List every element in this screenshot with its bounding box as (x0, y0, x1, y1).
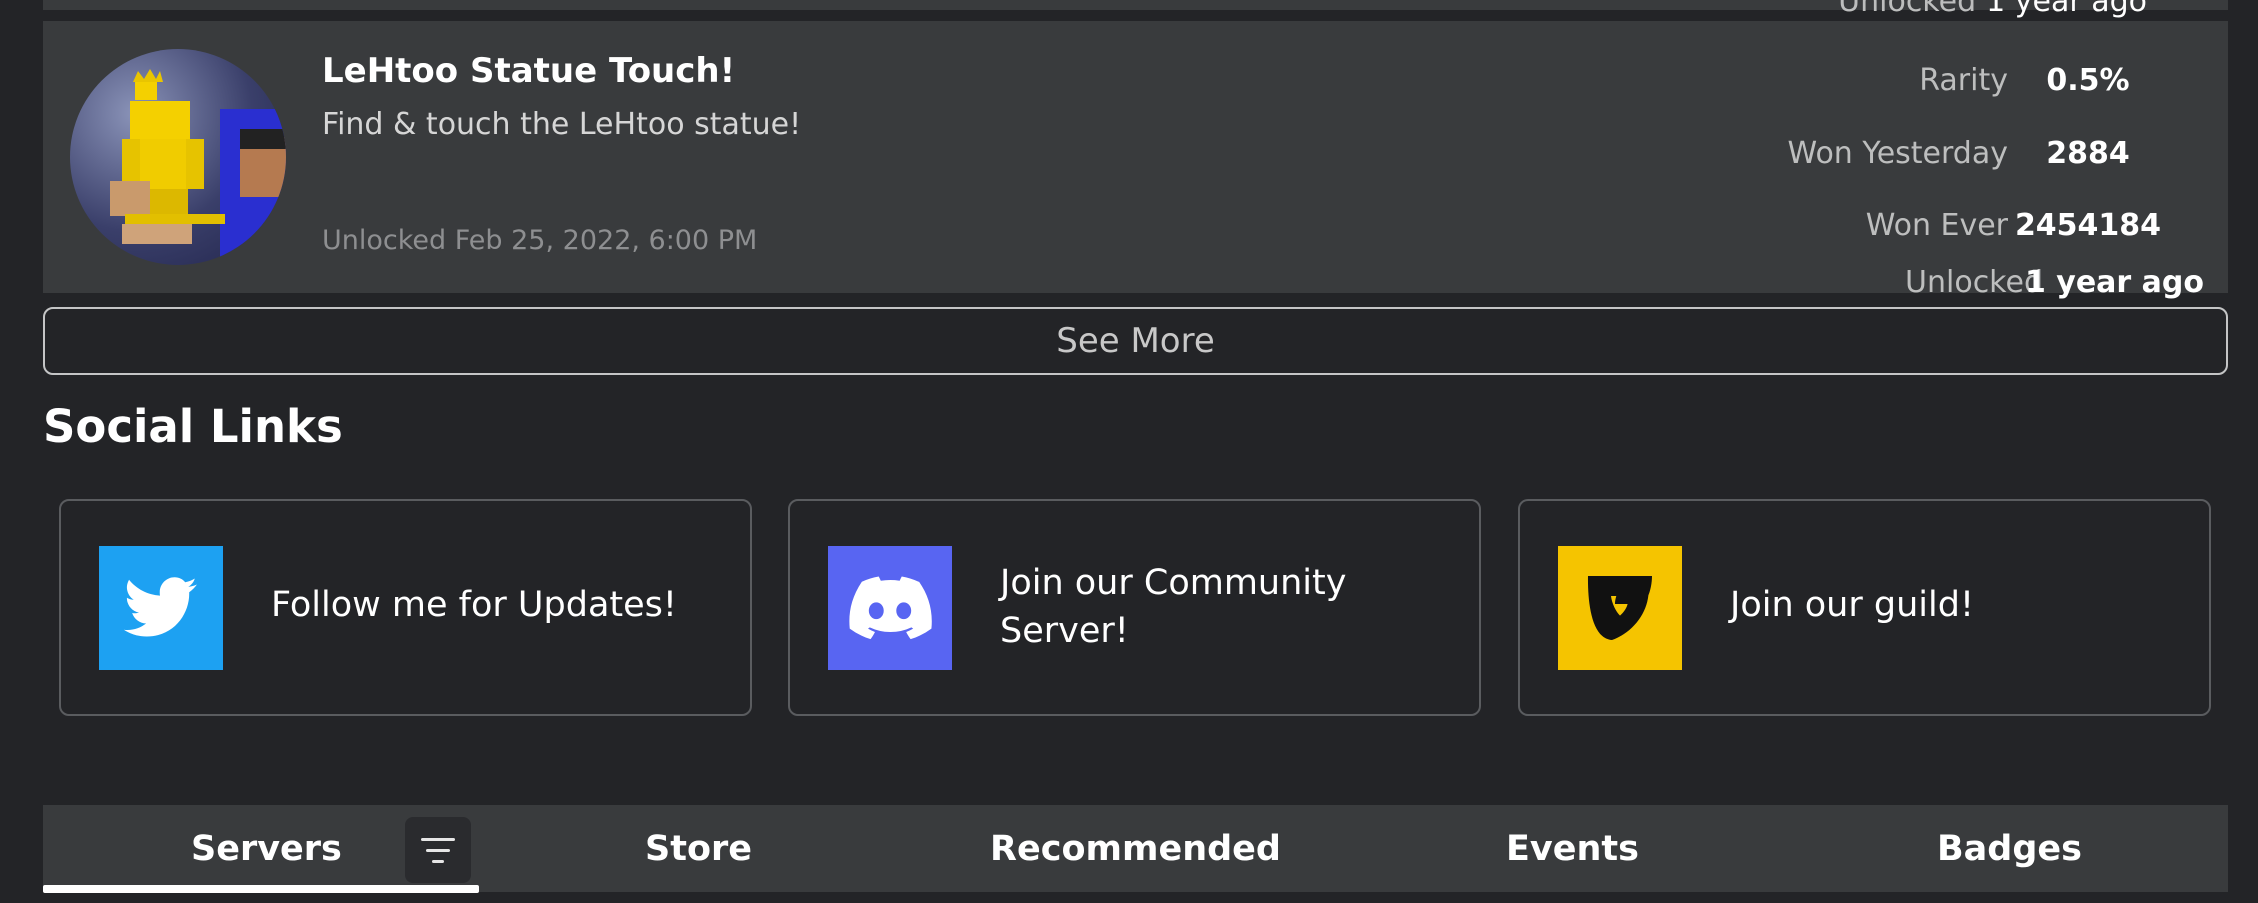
game-details-page: Unlocked1 year ago LeHtoo Statue Touch! (0, 0, 2258, 903)
discord-icon (828, 546, 952, 670)
previous-badge-unlocked-value: 1 year ago (1986, 0, 2147, 19)
previous-badge-unlocked: Unlocked 1 year ago (1838, 0, 2147, 17)
badge-stats: Rarity 0.5% Won Yesterday 2884 Won Ever … (1728, 21, 2228, 300)
stat-value: 0.5% (2046, 63, 2130, 98)
tab-label: Badges (1937, 828, 2082, 869)
tab-label: Events (1506, 828, 1639, 869)
tab-events[interactable]: Events (1354, 805, 1791, 892)
previous-badge-unlocked-label: Unlocked (1838, 0, 1977, 19)
badge-description: Find & touch the LeHtoo statue! (322, 107, 802, 142)
filter-icon-line (426, 848, 450, 852)
social-links-title: Social Links (43, 400, 343, 453)
active-tab-indicator (43, 885, 479, 893)
stat-label: Won Ever (1865, 208, 2008, 243)
social-link-text: Join our guild! (1730, 585, 1974, 625)
guilded-icon (1558, 546, 1682, 670)
tab-recommended[interactable]: Recommended (917, 805, 1354, 892)
tab-label: Recommended (990, 828, 1281, 869)
tab-label: Store (645, 828, 752, 869)
stat-label: Won Yesterday (1787, 136, 2008, 171)
badge-image (70, 49, 286, 265)
filter-icon-line (432, 859, 444, 863)
social-link-guilded[interactable]: Join our guild! (1518, 499, 2211, 716)
server-filter-button[interactable] (405, 817, 471, 883)
social-link-text: Join our Community Server! (1000, 563, 1347, 651)
tab-store[interactable]: Store (480, 805, 917, 892)
stat-label: Unlocked (1905, 265, 2043, 300)
previous-badge-card: Unlocked 1 year ago (43, 0, 2228, 17)
stat-label: Rarity (1919, 63, 2008, 98)
tab-bar: Servers Store Recommended Events Badges (43, 805, 2228, 893)
social-link-discord[interactable]: Join our Community Server! (788, 499, 1481, 716)
badge-title[interactable]: LeHtoo Statue Touch! (322, 51, 735, 91)
tab-label: Servers (191, 828, 342, 869)
tab-badges[interactable]: Badges (1791, 805, 2228, 892)
badge-unlocked-date: Unlocked Feb 25, 2022, 6:00 PM (322, 225, 758, 256)
badge-card[interactable]: LeHtoo Statue Touch! Find & touch the Le… (43, 21, 2228, 300)
social-link-text: Follow me for Updates! (271, 585, 677, 625)
see-more-button[interactable]: See More (43, 307, 2228, 375)
social-link-twitter[interactable]: Follow me for Updates! (59, 499, 752, 716)
stat-value: 2884 (2046, 136, 2130, 171)
stat-value: 1 year ago (2024, 265, 2204, 300)
filter-icon (421, 837, 455, 841)
stat-value: 2454184 (2014, 208, 2162, 243)
twitter-icon (99, 546, 223, 670)
